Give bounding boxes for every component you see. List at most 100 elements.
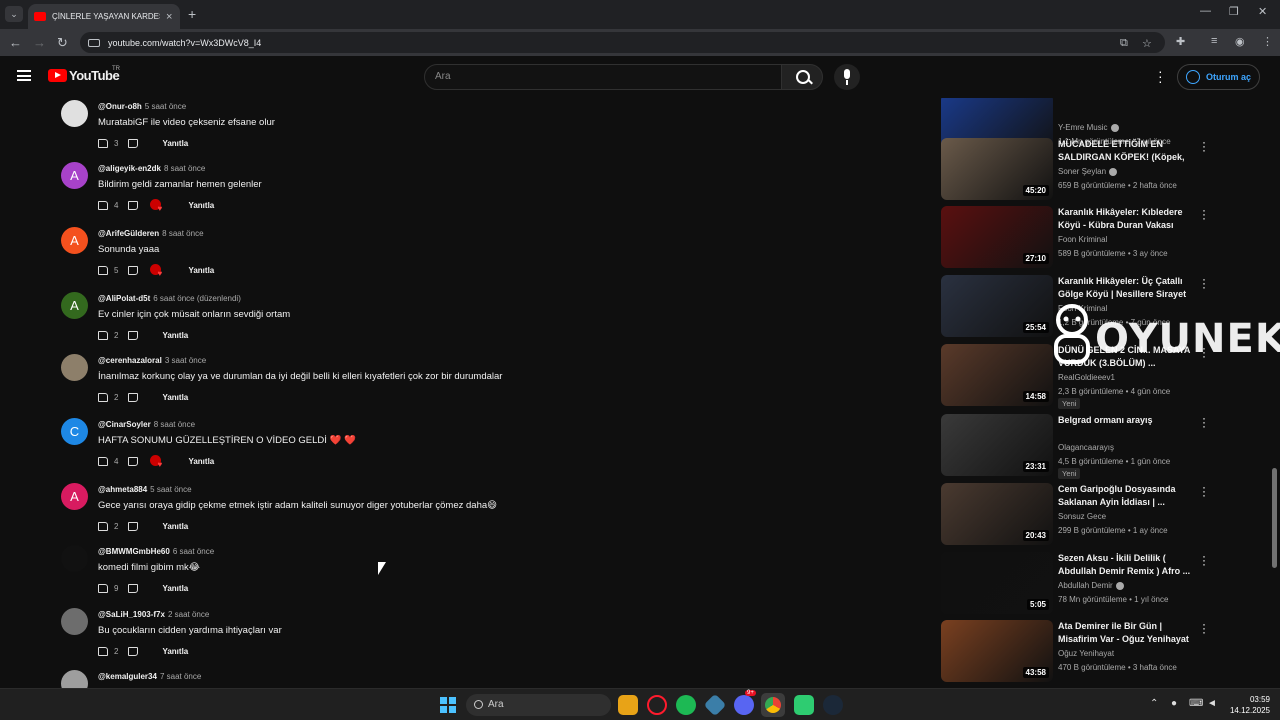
video-menu-icon[interactable]: · · · (1202, 481, 1206, 501)
related-video-item[interactable]: 43:58 Ata Demirer ile Bir Gün | Misafirim… (940, 618, 1220, 684)
site-info-icon[interactable] (88, 38, 100, 47)
browser-tab[interactable]: ÇİNLERLE YAŞAYAN KARDEŞLER × (28, 4, 180, 29)
profile-icon[interactable]: ◉ (1235, 35, 1245, 48)
video-menu-icon[interactable]: · · · (1202, 550, 1206, 570)
commenter-avatar[interactable] (61, 670, 88, 688)
spotify-icon[interactable] (676, 695, 696, 715)
extensions-icon[interactable]: ✚ (1176, 35, 1185, 48)
signin-button[interactable]: Oturum aç (1177, 64, 1260, 90)
reply-button[interactable]: Yanıtla (162, 393, 188, 402)
video-title[interactable]: Belgrad ormanı arayış (1058, 414, 1194, 427)
commenter-avatar[interactable]: A (61, 483, 88, 510)
reply-button[interactable]: Yanıtla (162, 331, 188, 340)
dislike-icon[interactable] (128, 646, 139, 656)
like-icon[interactable] (98, 392, 108, 402)
related-video-item[interactable]: 27:10 Karanlık Hikâyeler: Kıbledere Köyü … (940, 204, 1220, 270)
dislike-icon[interactable] (128, 583, 139, 593)
commenter-avatar[interactable]: A (61, 292, 88, 319)
reply-button[interactable]: Yanıtla (162, 647, 188, 656)
video-channel[interactable]: Foon Kriminal (1058, 235, 1107, 244)
video-menu-icon[interactable]: · · · (1202, 273, 1206, 293)
media-control-icon[interactable]: ≡ (1211, 35, 1217, 47)
commenter-avatar[interactable]: A (61, 162, 88, 189)
comment-author[interactable]: @AliPolat-d5t (98, 294, 150, 303)
clock[interactable]: 03:59 14.12.2025 (1222, 694, 1270, 716)
video-channel[interactable]: Y-Emre Music (1058, 123, 1119, 132)
start-button[interactable] (440, 697, 456, 713)
forward-button[interactable]: → (33, 35, 46, 50)
reload-button[interactable]: ↻ (57, 35, 68, 51)
comment-time[interactable]: 5 saat önce (150, 485, 191, 494)
comment-author[interactable]: @kemalguler34 (98, 672, 157, 681)
comment-time[interactable]: 8 saat önce (162, 229, 203, 238)
tray-overflow-icon[interactable]: ⌃ (1150, 698, 1158, 709)
reply-button[interactable]: Yanıtla (162, 522, 188, 531)
install-app-icon[interactable]: ⧉ (1120, 37, 1128, 50)
related-video-item[interactable]: 20:43 Cem Garipoğlu Dosyasında Saklanan A… (940, 481, 1220, 547)
reply-button[interactable]: Yanıtla (188, 457, 214, 466)
video-title[interactable]: Ata Demirer ile Bir Gün | Misafirim Var … (1058, 620, 1194, 646)
commenter-avatar[interactable]: A (61, 227, 88, 254)
video-channel[interactable]: Soner Şeylan (1058, 167, 1118, 176)
steam-icon[interactable] (823, 695, 843, 715)
dislike-icon[interactable] (128, 330, 139, 340)
comment-time[interactable]: 3 saat önce (165, 356, 206, 365)
comment-author[interactable]: @ahmeta884 (98, 485, 147, 494)
comment-author[interactable]: @CinarSoyler (98, 420, 151, 429)
search-button[interactable] (781, 64, 823, 90)
close-window-button[interactable]: ✕ (1258, 5, 1267, 18)
dislike-icon[interactable] (128, 456, 139, 466)
video-thumbnail[interactable]: 45:20 (941, 138, 1053, 200)
comment-time[interactable]: 7 saat önce (160, 672, 201, 681)
browser-menu-icon[interactable]: ⋮ (1262, 35, 1273, 48)
reply-button[interactable]: Yanıtla (162, 139, 188, 148)
comment-author[interactable]: @aligeyik-en2dk (98, 164, 161, 173)
video-channel[interactable]: Abdullah Demir (1058, 581, 1124, 590)
comment-time[interactable]: 8 saat önce (154, 420, 195, 429)
video-title[interactable]: MÜCADELE ETTİĞİM EN SALDIRGAN KÖPEK! (Kö… (1058, 138, 1194, 165)
back-button[interactable]: ← (9, 35, 22, 50)
comment-author[interactable]: @ArifeGülderen (98, 229, 159, 238)
comment-time[interactable]: 6 saat önce (173, 547, 214, 556)
reply-button[interactable]: Yanıtla (188, 201, 214, 210)
like-icon[interactable] (98, 521, 108, 531)
video-channel[interactable]: Olagancaarayış (1058, 443, 1114, 452)
app-icon[interactable] (703, 693, 727, 717)
video-channel[interactable]: Sonsuz Gece (1058, 512, 1106, 521)
like-icon[interactable] (98, 138, 108, 148)
video-title[interactable]: Cem Garipoğlu Dosyasında Saklanan Ayin İ… (1058, 483, 1194, 509)
video-title[interactable]: Sezen Aksu - İkili Delilik ( Abdullah De… (1058, 552, 1194, 578)
volume-icon[interactable]: ◄ (1207, 698, 1217, 709)
voice-search-icon[interactable] (834, 64, 860, 90)
like-icon[interactable] (98, 646, 108, 656)
comment-author[interactable]: @BMWMGmbHe60 (98, 547, 170, 556)
commenter-avatar[interactable] (61, 608, 88, 635)
video-title[interactable]: Karanlık Hikâyeler: Üç Çatallı Gölge Köy… (1058, 275, 1194, 302)
like-icon[interactable] (98, 265, 108, 275)
video-menu-icon[interactable]: · · · (1202, 412, 1206, 432)
video-menu-icon[interactable]: · · · (1202, 136, 1206, 156)
new-tab-button[interactable]: + (188, 6, 196, 22)
comment-time[interactable]: 2 saat önce (168, 610, 209, 619)
like-icon[interactable] (98, 200, 108, 210)
opera-icon[interactable] (647, 695, 667, 715)
commenter-avatar[interactable] (61, 354, 88, 381)
dislike-icon[interactable] (128, 200, 139, 210)
comment-time[interactable]: 5 saat önce (145, 102, 186, 111)
video-title[interactable]: Karanlık Hikâyeler: Kıbledere Köyü - Küb… (1058, 206, 1194, 232)
video-channel[interactable]: Oğuz Yenihayat (1058, 649, 1114, 658)
dislike-icon[interactable] (128, 138, 139, 148)
search-input[interactable]: Ara (424, 64, 782, 90)
video-thumbnail[interactable]: 43:58 (941, 620, 1053, 682)
restore-button[interactable]: ❐ (1229, 5, 1239, 18)
youtube-logo[interactable]: YouTube TR (48, 66, 120, 83)
video-channel[interactable]: RealGoldieeev1 (1058, 373, 1115, 382)
chrome-icon[interactable] (765, 697, 781, 713)
microphone-icon[interactable]: ● (1171, 698, 1177, 709)
video-thumbnail[interactable]: 5:05 (941, 552, 1053, 614)
video-thumbnail[interactable]: 23:31 (941, 414, 1053, 476)
network-icon[interactable]: ⌨ (1189, 698, 1203, 709)
address-bar[interactable]: youtube.com/watch?v=Wx3DWcV8_I4 ⧉ ☆ (80, 32, 1165, 53)
page-scrollbar[interactable] (1272, 468, 1277, 568)
related-video-item[interactable]: 45:20 MÜCADELE ETTİĞİM EN SALDIRGAN KÖPEK… (940, 136, 1220, 202)
